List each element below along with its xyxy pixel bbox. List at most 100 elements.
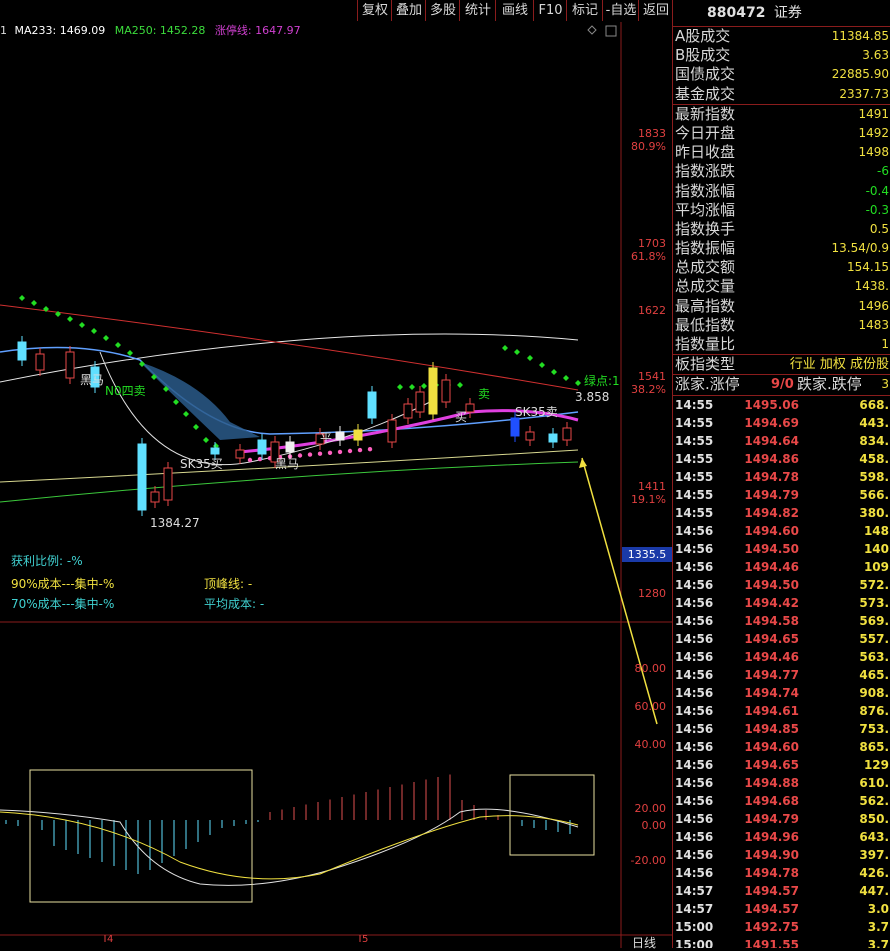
period-label[interactable]: 日线 [632,934,656,951]
index-stat-value: 1492 [858,125,889,140]
candle-body [210,447,220,455]
index-stat-row: 指数振幅 13.54/0.9 [673,239,890,258]
tick-row: 14:56 1494.78 426. [673,864,890,882]
tick-volume: 3.0 [867,901,889,916]
heima-label-2: 黑马 [275,457,300,471]
green-dot [457,382,463,388]
tick-row: 14:56 1494.42 573. [673,594,890,612]
tick-time: 14:56 [675,811,714,826]
toolbar-button-1[interactable]: 叠加 [391,0,426,21]
tick-row: 14:55 1494.82 380. [673,504,890,522]
toolbar-button-7[interactable]: -自选 [602,0,639,21]
price-tick-1: 1703 [638,237,666,250]
index-stat-label: 指数涨跌 [675,162,736,181]
buy-label: 买 [455,410,468,424]
toolbar-button-3[interactable]: 统计 [459,0,496,21]
green-dot [19,295,25,301]
peak-line: 顶峰线: - [204,577,253,591]
toolbar-button-8[interactable]: 返回 [638,0,673,21]
tick-price: 1494.42 [744,595,799,610]
index-stat-row: 总成交额 154.15 [673,258,890,277]
toolbar-button-2[interactable]: 多股 [425,0,460,21]
type-row: 板指类型 行业 加权 成份股 [673,355,890,374]
green-dot [514,349,520,355]
tick-time: 14:56 [675,631,714,646]
tick-volume: 643. [859,829,889,844]
tick-volume: 598. [859,469,889,484]
candle-body [465,403,475,413]
tick-time: 14:56 [675,595,714,610]
tick-row: 14:55 1495.06 668. [673,396,890,414]
tick-price: 1495.06 [744,397,799,412]
tick-price: 1494.57 [744,883,799,898]
low-price-label: 1384.27 [150,516,200,530]
tick-row: 14:55 1494.86 458. [673,450,890,468]
profit-ratio: 获利比例: -% [11,554,83,568]
index-stat-row: 总成交量 1438. [673,277,890,296]
candle-body [428,367,438,415]
candle-body [163,467,173,501]
kline-chart[interactable] [0,22,672,948]
index-stat-row: 昨日收盘 1498 [673,143,890,162]
index-stat-value: 1 [881,337,889,351]
toolbar-button-4[interactable]: 画线 [495,0,534,21]
index-stat-value: 1483 [858,317,889,332]
toolbar-button-6[interactable]: 标记 [566,0,603,21]
tick-price: 1494.90 [744,847,799,862]
tick-row: 14:56 1494.61 876. [673,702,890,720]
tick-price: 1494.57 [744,901,799,916]
volume-stat-row: 基金成交 2337.73 [673,85,890,104]
volume-stat-value: 3.63 [862,48,889,63]
rise-fall-row: 涨家.涨停 9/0 跌家.跌停 3 [673,375,890,394]
tick-price: 1494.65 [744,757,799,772]
price-tick-5: 1280 [638,587,666,600]
price-axis: 1833 80.9% 1703 61.8% 1622 1541 38.2% 1411 19.1%… [622,22,672,622]
tick-list[interactable]: 14:55 1495.06 668. 14:55 1494.69 443. 14:55 149… [673,396,890,948]
tick-volume: 668. [859,397,889,412]
pink-dot [327,450,333,455]
tick-time: 14:56 [675,775,714,790]
index-stat-value: 0.5 [869,221,889,236]
tick-row: 14:56 1494.96 643. [673,828,890,846]
tick-row: 14:56 1494.77 465. [673,666,890,684]
toolbar-button-0[interactable]: 复权 [357,0,392,21]
index-stat-label: 最高指数 [675,296,736,315]
index-stat-row: 最新指数 1491 [673,105,890,124]
pct-tick-4: 19.1% [631,493,666,506]
tick-volume: 908. [859,685,889,700]
candle-body [387,419,397,443]
tick-time: 14:55 [675,451,714,466]
tick-price: 1494.46 [744,649,799,664]
tick-time: 14:57 [675,901,714,916]
tick-row: 14:56 1494.65 557. [673,630,890,648]
month-4: 4 [107,934,114,945]
tick-time: 14:55 [675,397,714,412]
index-stat-value: 1498 [858,145,889,160]
index-stat-row: 指数涨幅 -0.4 [673,182,890,201]
tick-volume: 465. [859,667,889,682]
pink-dot [337,449,343,455]
tick-volume: 876. [859,703,889,718]
diamond-icon[interactable] [587,25,597,35]
tick-row: 14:56 1494.46 563. [673,648,890,666]
price-tick-2: 1622 [638,304,666,317]
dea-line [0,811,579,880]
toolbar-button-5[interactable]: F10 [533,0,567,21]
pink-dot [307,452,313,457]
cloud-band [140,362,260,440]
index-stat-label: 指数涨幅 [675,181,736,200]
n0-sell-label: N0四卖 [105,384,146,398]
tick-row: 14:56 1494.88 610. [673,774,890,792]
tick-time: 14:56 [675,577,714,592]
panel-toggle-icon[interactable] [605,25,617,37]
candle-body [562,427,572,441]
rise-label: 涨家.涨停 [675,375,740,394]
index-stat-row: 指数换手 0.5 [673,220,890,239]
tick-price: 1494.85 [744,721,799,736]
tick-row: 14:56 1494.74 908. [673,684,890,702]
pct-tick-1: 61.8% [631,250,666,263]
index-stats: 最新指数 1491 今日开盘 1492 昨日收盘 1498 指数涨跌 -6 指数涨幅 -0.4 平均… [673,105,890,354]
tick-volume: 397. [859,847,889,862]
tick-time: 14:56 [675,829,714,844]
tick-row: 14:57 1494.57 447. [673,882,890,900]
